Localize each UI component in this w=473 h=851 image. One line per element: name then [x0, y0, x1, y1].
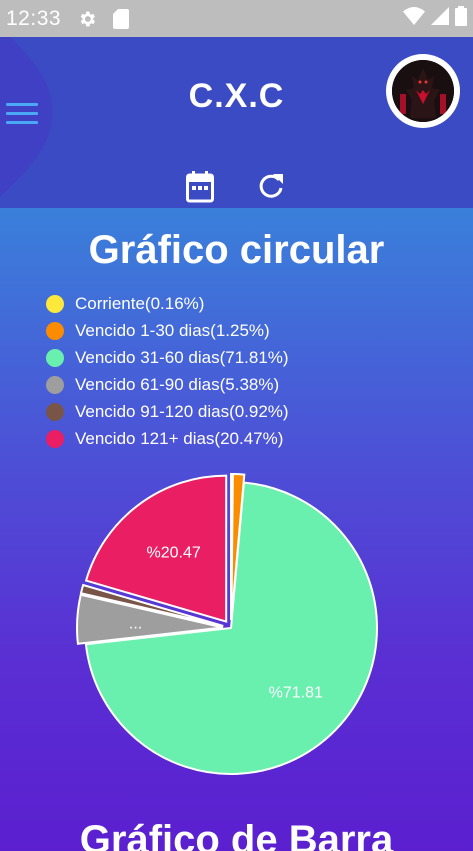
calendar-icon[interactable]	[186, 171, 214, 208]
signal-icon	[431, 6, 449, 31]
pie-chart: %71.81... %20.47	[76, 473, 378, 775]
avatar-image	[392, 60, 454, 122]
sd-card-icon	[113, 8, 130, 29]
main-content[interactable]: Gráfico circular Corriente(0.16%) Vencido…	[0, 208, 473, 851]
pie-slice-label: %20.47	[147, 544, 201, 561]
pie-slice-label: ...	[129, 615, 142, 632]
bar-chart-title: Gráfico de Barra	[79, 818, 394, 851]
status-bar: 12:33	[0, 0, 473, 37]
settings-icon	[77, 9, 97, 29]
app-header: C.X.C	[0, 37, 473, 208]
pie-slice-label: %71.81	[269, 684, 323, 701]
refresh-icon[interactable]	[257, 171, 285, 206]
status-time: 12:33	[6, 6, 62, 30]
battery-icon	[455, 5, 467, 32]
wifi-icon	[403, 6, 425, 31]
avatar[interactable]	[386, 54, 460, 128]
